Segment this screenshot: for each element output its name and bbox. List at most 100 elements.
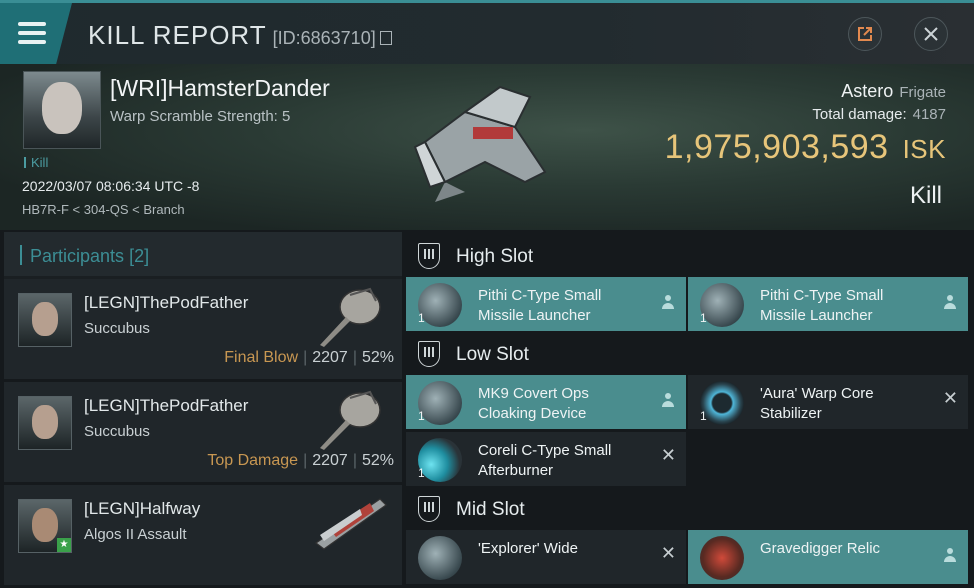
participant-ship-image[interactable]: [310, 386, 390, 452]
shield-stripe: [428, 347, 430, 357]
high-slot-header: High Slot: [404, 234, 974, 278]
fitting-item[interactable]: 1 Pithi C-Type Small Missile Launcher: [688, 277, 968, 331]
kill-location[interactable]: HB7R-F < 304-QS < Branch: [22, 202, 185, 217]
participants-label: Participants [2]: [20, 245, 149, 267]
avatar[interactable]: ★: [18, 499, 72, 553]
participant-ship: Algos II Assault: [84, 526, 187, 543]
close-icon: [924, 27, 938, 41]
dropped-icon: [662, 393, 674, 409]
victim-name[interactable]: [WRI]HamsterDander: [110, 75, 330, 102]
shield-stripe: [424, 502, 426, 512]
separator: |: [352, 452, 357, 469]
item-quantity: 1: [700, 311, 707, 325]
shield-stripe: [424, 347, 426, 357]
ship-name: Astero: [841, 81, 894, 101]
participant-stats: Final Blow | 2207 | 52%: [224, 349, 394, 367]
dropped-icon: [944, 295, 956, 311]
participants-count: [2]: [129, 246, 150, 266]
fitting-item[interactable]: 1 Pithi C-Type Small Missile Launcher: [406, 277, 686, 331]
separator: |: [303, 349, 308, 366]
total-damage-value: 4187: [912, 106, 946, 123]
high-slot-label: High Slot: [456, 246, 534, 267]
item-name: Coreli C-Type Small Afterburner: [478, 442, 612, 479]
item-quantity: 1: [418, 466, 425, 480]
victim-ship-image[interactable]: [405, 72, 555, 212]
star-icon: ★: [57, 538, 71, 552]
result-label: Kill: [909, 182, 942, 209]
participant-name[interactable]: [LEGN]Halfway: [84, 499, 200, 519]
destroyed-icon: ✕: [942, 388, 958, 408]
hamburger-icon: [18, 22, 46, 26]
menu-button[interactable]: [0, 3, 72, 64]
victim-ship[interactable]: Astero Frigate: [841, 81, 946, 102]
hamburger-icon-bar: [18, 31, 46, 35]
shield-stripe: [432, 249, 434, 259]
report-id: [ID:6863710]: [272, 28, 376, 48]
mid-slot-icon: [418, 496, 440, 522]
isk-value: 1,975,903,593 ISK: [665, 128, 946, 167]
participant-row[interactable]: [LEGN]ThePodFather Succubus Final Blow | 2…: [4, 279, 402, 382]
close-button[interactable]: [914, 17, 948, 51]
copy-icon[interactable]: [379, 31, 392, 45]
mid-slot-label: Mid Slot: [456, 499, 525, 520]
fitting-item[interactable]: 1 MK9 Covert Ops Cloaking Device: [406, 375, 686, 429]
fitting-item[interactable]: 'Explorer' Wide ✕: [406, 530, 686, 584]
title-text: KILL REPORT: [88, 20, 267, 50]
participant-row[interactable]: ★ [LEGN]Halfway Algos II Assault: [4, 485, 402, 588]
fitting-panel: High Slot 1 Pithi C-Type Small Missile L…: [404, 232, 974, 584]
separator: |: [303, 452, 308, 469]
item-name: Gravedigger Relic: [760, 540, 881, 557]
window-title: KILL REPORT [ID:6863710]: [88, 20, 392, 51]
item-quantity: 1: [418, 409, 425, 423]
participant-ship: Succubus: [84, 320, 150, 337]
avatar[interactable]: [18, 293, 72, 347]
isk-amount: 1,975,903,593: [664, 128, 889, 166]
participant-name[interactable]: [LEGN]ThePodFather: [84, 396, 248, 416]
item-quantity: 1: [418, 311, 425, 325]
avatar-face: [32, 302, 58, 336]
low-slot-icon: [418, 341, 440, 367]
relic-analyzer-icon: [700, 536, 744, 580]
shield-stripe: [428, 502, 430, 512]
victim-panel: [WRI]HamsterDander Warp Scramble Strengt…: [0, 64, 974, 230]
item-name: 'Explorer' Wide: [478, 540, 578, 557]
fitting-item[interactable]: Gravedigger Relic: [688, 530, 968, 584]
ship-class: Frigate: [899, 84, 946, 101]
item-name: Pithi C-Type Small Missile Launcher: [760, 287, 884, 324]
external-link-icon: [858, 27, 872, 41]
participant-percent: 52%: [361, 349, 394, 366]
low-slot-label: Low Slot: [456, 344, 529, 365]
participant-row[interactable]: [LEGN]ThePodFather Succubus Top Damage | 2…: [4, 382, 402, 485]
fitting-item[interactable]: 1 Coreli C-Type Small Afterburner ✕: [406, 432, 686, 486]
shield-stripe: [432, 347, 434, 357]
final-blow-tag: Final Blow: [224, 349, 299, 366]
participant-ship: Succubus: [84, 423, 150, 440]
dropped-icon: [944, 548, 956, 564]
participant-damage: 2207: [312, 349, 348, 366]
warp-scramble-strength: Warp Scramble Strength: 5: [110, 108, 291, 125]
fitting-item[interactable]: 1 'Aura' Warp Core Stabilizer ✕: [688, 375, 968, 429]
shield-stripe: [428, 249, 430, 259]
shield-stripe: [432, 502, 434, 512]
avatar-face: [32, 405, 58, 439]
participant-name[interactable]: [LEGN]ThePodFather: [84, 293, 248, 313]
high-slot-icon: [418, 243, 440, 269]
item-name: MK9 Covert Ops Cloaking Device: [478, 385, 589, 422]
participant-ship-image[interactable]: [310, 283, 390, 349]
participant-stats: Top Damage | 2207 | 52%: [207, 452, 394, 470]
separator: |: [352, 349, 357, 366]
participant-ship-image[interactable]: [310, 489, 390, 555]
external-link-button[interactable]: [848, 17, 882, 51]
hamburger-icon-bar: [18, 40, 46, 44]
low-slot-header: Low Slot: [404, 332, 974, 376]
victim-portrait[interactable]: [23, 71, 101, 149]
mid-slot-header: Mid Slot: [404, 487, 974, 531]
participants-header[interactable]: Participants [2]: [4, 232, 402, 276]
title-bar: KILL REPORT [ID:6863710]: [0, 0, 974, 64]
kill-tag: Kill: [24, 155, 48, 170]
participant-percent: 52%: [361, 452, 394, 469]
avatar[interactable]: [18, 396, 72, 450]
participant-damage: 2207: [312, 452, 348, 469]
total-damage-label: Total damage:: [812, 106, 907, 123]
shield-stripe: [424, 249, 426, 259]
